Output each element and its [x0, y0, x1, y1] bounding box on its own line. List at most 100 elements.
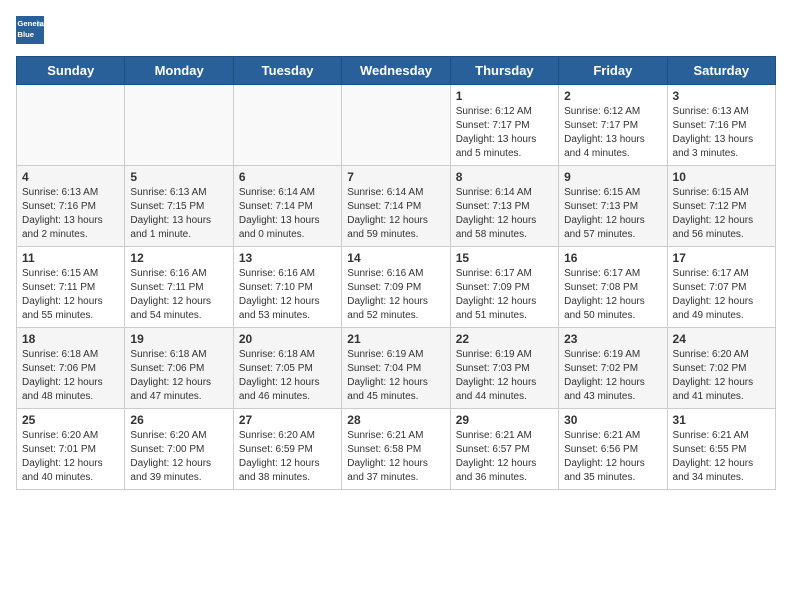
day-info: Sunrise: 6:17 AM Sunset: 7:07 PM Dayligh… [673, 267, 770, 323]
weekday-header: Tuesday [233, 57, 341, 85]
weekday-header: Monday [125, 57, 233, 85]
day-info: Sunrise: 6:17 AM Sunset: 7:08 PM Dayligh… [564, 267, 661, 323]
day-info: Sunrise: 6:18 AM Sunset: 7:06 PM Dayligh… [130, 348, 227, 404]
day-info: Sunrise: 6:21 AM Sunset: 6:58 PM Dayligh… [347, 429, 444, 485]
day-info: Sunrise: 6:18 AM Sunset: 7:05 PM Dayligh… [239, 348, 336, 404]
day-info: Sunrise: 6:12 AM Sunset: 7:17 PM Dayligh… [456, 105, 553, 161]
svg-text:General: General [17, 19, 44, 28]
calendar-week-row: 11Sunrise: 6:15 AM Sunset: 7:11 PM Dayli… [17, 247, 776, 328]
day-number: 26 [130, 413, 227, 427]
calendar-cell: 9 Sunrise: 6:15 AM Sunset: 7:13 PM Daylig… [559, 166, 667, 247]
calendar-cell [17, 85, 125, 166]
calendar-cell: 3 Sunrise: 6:13 AM Sunset: 7:16 PM Daylig… [667, 85, 775, 166]
day-info: Sunrise: 6:17 AM Sunset: 7:09 PM Dayligh… [456, 267, 553, 323]
calendar-cell: 7 Sunrise: 6:14 AM Sunset: 7:14 PM Daylig… [342, 166, 450, 247]
calendar-cell: 26 Sunrise: 6:20 AM Sunset: 7:00 PM Dayli… [125, 409, 233, 490]
day-number: 18 [22, 332, 119, 346]
calendar-week-row: 1 Sunrise: 6:12 AM Sunset: 7:17 PM Daylig… [17, 85, 776, 166]
logo: General Blue [16, 16, 48, 44]
day-info: Sunrise: 6:13 AM Sunset: 7:15 PM Dayligh… [130, 186, 227, 242]
day-info: Sunrise: 6:16 AM Sunset: 7:11 PM Dayligh… [130, 267, 227, 323]
calendar-cell: 27 Sunrise: 6:20 AM Sunset: 6:59 PM Dayli… [233, 409, 341, 490]
calendar-cell: 22 Sunrise: 6:19 AM Sunset: 7:03 PM Dayli… [450, 328, 558, 409]
calendar-week-row: 18 Sunrise: 6:18 AM Sunset: 7:06 PM Dayli… [17, 328, 776, 409]
day-number: 21 [347, 332, 444, 346]
day-info: Sunrise: 6:15 AM Sunset: 7:12 PM Dayligh… [673, 186, 770, 242]
day-number: 13 [239, 251, 336, 265]
day-info: Sunrise: 6:14 AM Sunset: 7:14 PM Dayligh… [347, 186, 444, 242]
day-number: 19 [130, 332, 227, 346]
day-number: 6 [239, 170, 336, 184]
day-number: 27 [239, 413, 336, 427]
day-info: Sunrise: 6:20 AM Sunset: 7:00 PM Dayligh… [130, 429, 227, 485]
day-info: Sunrise: 6:21 AM Sunset: 6:56 PM Dayligh… [564, 429, 661, 485]
day-number: 17 [673, 251, 770, 265]
calendar-cell: 25 Sunrise: 6:20 AM Sunset: 7:01 PM Dayli… [17, 409, 125, 490]
calendar-cell: 2 Sunrise: 6:12 AM Sunset: 7:17 PM Daylig… [559, 85, 667, 166]
weekday-header: Wednesday [342, 57, 450, 85]
calendar-week-row: 25 Sunrise: 6:20 AM Sunset: 7:01 PM Dayli… [17, 409, 776, 490]
day-number: 5 [130, 170, 227, 184]
weekday-header-row: SundayMondayTuesdayWednesdayThursdayFrid… [17, 57, 776, 85]
calendar-cell: 8Sunrise: 6:14 AM Sunset: 7:13 PM Daylig… [450, 166, 558, 247]
weekday-header: Saturday [667, 57, 775, 85]
day-number: 9 [564, 170, 661, 184]
day-number: 20 [239, 332, 336, 346]
day-info: Sunrise: 6:19 AM Sunset: 7:03 PM Dayligh… [456, 348, 553, 404]
day-number: 7 [347, 170, 444, 184]
day-info: Sunrise: 6:20 AM Sunset: 7:02 PM Dayligh… [673, 348, 770, 404]
calendar-cell: 6 Sunrise: 6:14 AM Sunset: 7:14 PM Daylig… [233, 166, 341, 247]
weekday-header: Thursday [450, 57, 558, 85]
day-info: Sunrise: 6:20 AM Sunset: 6:59 PM Dayligh… [239, 429, 336, 485]
calendar-cell: 21 Sunrise: 6:19 AM Sunset: 7:04 PM Dayli… [342, 328, 450, 409]
day-info: Sunrise: 6:14 AM Sunset: 7:14 PM Dayligh… [239, 186, 336, 242]
calendar-cell: 23Sunrise: 6:19 AM Sunset: 7:02 PM Dayli… [559, 328, 667, 409]
calendar-cell: 15 Sunrise: 6:17 AM Sunset: 7:09 PM Dayli… [450, 247, 558, 328]
calendar-cell: 30 Sunrise: 6:21 AM Sunset: 6:56 PM Dayli… [559, 409, 667, 490]
day-number: 29 [456, 413, 553, 427]
day-number: 25 [22, 413, 119, 427]
day-number: 14 [347, 251, 444, 265]
calendar-cell: 28 Sunrise: 6:21 AM Sunset: 6:58 PM Dayli… [342, 409, 450, 490]
calendar-cell: 16 Sunrise: 6:17 AM Sunset: 7:08 PM Dayli… [559, 247, 667, 328]
calendar-cell: 13 Sunrise: 6:16 AM Sunset: 7:10 PM Dayli… [233, 247, 341, 328]
day-info: Sunrise: 6:16 AM Sunset: 7:09 PM Dayligh… [347, 267, 444, 323]
day-number: 15 [456, 251, 553, 265]
calendar-cell: 20 Sunrise: 6:18 AM Sunset: 7:05 PM Dayli… [233, 328, 341, 409]
day-info: Sunrise: 6:21 AM Sunset: 6:55 PM Dayligh… [673, 429, 770, 485]
day-number: 10 [673, 170, 770, 184]
day-info: Sunrise: 6:13 AM Sunset: 7:16 PM Dayligh… [22, 186, 119, 242]
day-number: 31 [673, 413, 770, 427]
calendar-cell: 14 Sunrise: 6:16 AM Sunset: 7:09 PM Dayli… [342, 247, 450, 328]
day-info: Sunrise: 6:21 AM Sunset: 6:57 PM Dayligh… [456, 429, 553, 485]
day-number: 11 [22, 251, 119, 265]
day-number: 30 [564, 413, 661, 427]
day-info: Sunrise: 6:19 AM Sunset: 7:04 PM Dayligh… [347, 348, 444, 404]
day-info: Sunrise: 6:20 AM Sunset: 7:01 PM Dayligh… [22, 429, 119, 485]
calendar-cell: 1 Sunrise: 6:12 AM Sunset: 7:17 PM Daylig… [450, 85, 558, 166]
day-info: Sunrise: 6:18 AM Sunset: 7:06 PM Dayligh… [22, 348, 119, 404]
calendar-cell [342, 85, 450, 166]
day-number: 12 [130, 251, 227, 265]
day-info: Sunrise: 6:12 AM Sunset: 7:17 PM Dayligh… [564, 105, 661, 161]
day-info: Sunrise: 6:13 AM Sunset: 7:16 PM Dayligh… [673, 105, 770, 161]
weekday-header: Friday [559, 57, 667, 85]
day-info: Sunrise: 6:16 AM Sunset: 7:10 PM Dayligh… [239, 267, 336, 323]
calendar-cell: 24Sunrise: 6:20 AM Sunset: 7:02 PM Dayli… [667, 328, 775, 409]
calendar-cell: 19 Sunrise: 6:18 AM Sunset: 7:06 PM Dayli… [125, 328, 233, 409]
calendar-cell [233, 85, 341, 166]
calendar-cell: 18 Sunrise: 6:18 AM Sunset: 7:06 PM Dayli… [17, 328, 125, 409]
day-number: 22 [456, 332, 553, 346]
day-number: 1 [456, 89, 553, 103]
svg-text:Blue: Blue [17, 30, 34, 39]
day-number: 28 [347, 413, 444, 427]
calendar-cell: 29 Sunrise: 6:21 AM Sunset: 6:57 PM Dayli… [450, 409, 558, 490]
day-number: 2 [564, 89, 661, 103]
weekday-header: Sunday [17, 57, 125, 85]
day-number: 16 [564, 251, 661, 265]
day-number: 8 [456, 170, 553, 184]
calendar-cell: 10 Sunrise: 6:15 AM Sunset: 7:12 PM Dayli… [667, 166, 775, 247]
day-info: Sunrise: 6:15 AM Sunset: 7:13 PM Dayligh… [564, 186, 661, 242]
calendar-cell: 4Sunrise: 6:13 AM Sunset: 7:16 PM Daylig… [17, 166, 125, 247]
day-number: 3 [673, 89, 770, 103]
